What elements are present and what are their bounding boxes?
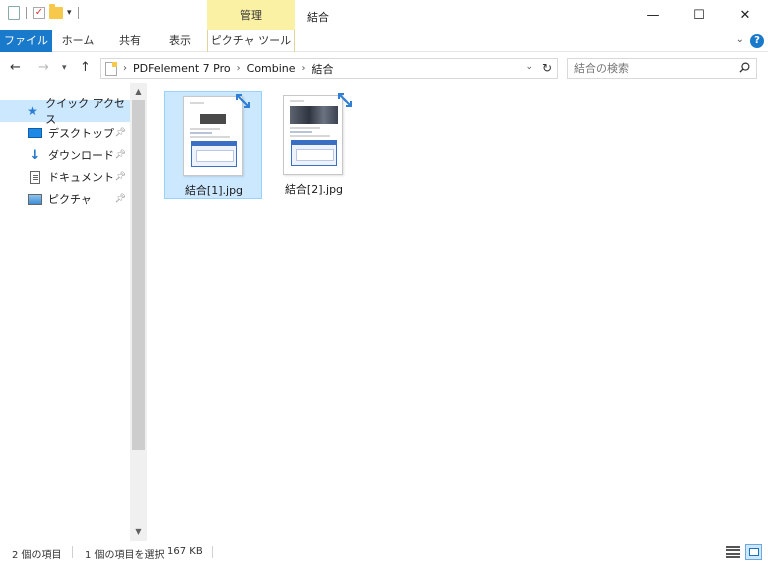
chevron-down-icon[interactable]: ⌄ [736, 34, 744, 45]
pin-icon[interactable]: 📌︎ [115, 128, 126, 138]
details-view-icon[interactable] [726, 545, 740, 559]
ribbon-tabs: ファイル ホーム 共有 表示 ピクチャ ツール ⌄ ? [0, 30, 768, 52]
sidebar-item-label: ダウンロード [48, 149, 114, 162]
address-dropdown-icon[interactable]: ⌄ [525, 62, 533, 72]
selection-size: 167 KB [167, 546, 203, 557]
sidebar-item-pictures[interactable]: ピクチャ 📌︎ [0, 188, 130, 210]
sidebar-item-label: デスクトップ [48, 127, 114, 140]
sidebar-item-quick-access[interactable]: ★ クイック アクセス [0, 97, 130, 126]
checkmark-icon[interactable]: ✓ [33, 7, 45, 19]
breadcrumb-separator-icon[interactable]: › [237, 63, 241, 74]
sidebar-item-downloads[interactable]: ↓ ダウンロード 📌︎ [0, 144, 130, 166]
scrollbar-thumb[interactable] [132, 100, 145, 450]
selection-count: 1 個の項目を選択 [85, 550, 165, 561]
navigation-pane-scrollbar[interactable]: ▲ ▼ [130, 83, 147, 541]
sidebar-item-label: ピクチャ [48, 193, 92, 206]
scroll-down-icon[interactable]: ▼ [130, 525, 147, 539]
image-thumbnail [283, 95, 343, 175]
scroll-up-icon[interactable]: ▲ [130, 85, 147, 99]
tab-view[interactable]: 表示 [160, 30, 200, 52]
help-icon[interactable]: ? [750, 34, 764, 48]
breadcrumb-separator-icon[interactable]: › [302, 63, 306, 74]
search-box[interactable] [567, 58, 757, 79]
recent-locations-button[interactable]: ▾ [62, 63, 67, 73]
properties-icon[interactable] [8, 6, 20, 20]
breadcrumb-item[interactable]: 結合 [312, 61, 334, 77]
status-bar: 2 個の項目 1 個の項目を選択 167 KB [0, 541, 768, 564]
folder-icon [105, 61, 117, 76]
address-bar[interactable]: › PDFelement 7 Pro › Combine › 結合 ⌄ ↻ [100, 58, 558, 79]
documents-icon [28, 170, 42, 184]
tab-picture-tools[interactable]: ピクチャ ツール [207, 30, 295, 52]
breadcrumb-separator-icon[interactable]: › [123, 63, 127, 74]
tab-home[interactable]: ホーム [58, 30, 98, 52]
close-button[interactable]: ✕ [722, 0, 768, 30]
new-folder-icon[interactable] [49, 4, 63, 19]
item-count: 2 個の項目 [12, 550, 62, 561]
tab-share[interactable]: 共有 [110, 30, 150, 52]
refresh-icon[interactable]: ↻ [542, 61, 552, 75]
title-bar: ✓ ▾ 管理 結合 — ☐ ✕ [0, 0, 768, 30]
search-icon[interactable] [739, 62, 750, 73]
file-name: 結合[2].jpg [284, 183, 344, 196]
sidebar-item-documents[interactable]: ドキュメント 📌︎ [0, 166, 130, 188]
tab-file[interactable]: ファイル [0, 30, 52, 52]
pictures-icon [28, 192, 42, 206]
sidebar-item-desktop[interactable]: デスクトップ 📌︎ [0, 122, 130, 144]
manage-context-tab[interactable]: 管理 [207, 0, 295, 30]
status-divider [212, 546, 213, 558]
window-title: 結合 [307, 11, 329, 24]
maximize-button[interactable]: ☐ [676, 0, 722, 30]
shortcut-arrow-icon [236, 94, 250, 108]
sidebar-item-label: ドキュメント [48, 171, 114, 184]
pin-icon[interactable]: 📌︎ [115, 150, 126, 160]
image-thumbnail [183, 96, 243, 176]
window-controls: — ☐ ✕ [630, 0, 768, 30]
shortcut-arrow-icon [338, 93, 352, 107]
star-icon: ★ [27, 104, 38, 118]
file-item[interactable]: 結合[1].jpg [164, 91, 262, 199]
minimize-button[interactable]: — [630, 0, 676, 30]
file-item[interactable]: 結合[2].jpg [265, 91, 363, 199]
search-input[interactable] [574, 62, 734, 75]
customize-toolbar-icon[interactable]: ▾ [67, 8, 72, 18]
up-button[interactable]: ↑ [80, 60, 91, 75]
breadcrumb-item[interactable]: PDFelement 7 Pro [133, 62, 231, 75]
desktop-icon [28, 126, 42, 140]
file-name: 結合[1].jpg [184, 184, 244, 197]
download-icon: ↓ [29, 147, 41, 163]
pin-icon[interactable]: 📌︎ [115, 172, 126, 182]
status-divider [72, 546, 73, 558]
navigation-pane: ★ クイック アクセス デスクトップ 📌︎ ↓ ダウンロード 📌︎ ドキュメント… [0, 90, 130, 540]
forward-button[interactable]: → [38, 60, 49, 75]
back-button[interactable]: ← [10, 60, 21, 75]
pin-icon[interactable]: 📌︎ [115, 194, 126, 204]
file-list[interactable]: 結合[1].jpg 結合[2].jpg [147, 83, 768, 541]
navigation-bar: ← → ▾ ↑ › PDFelement 7 Pro › Combine › 結… [0, 53, 768, 83]
breadcrumb-item[interactable]: Combine [247, 62, 296, 75]
large-icons-view-icon[interactable] [745, 544, 762, 560]
quick-access-toolbar: ✓ ▾ [8, 4, 81, 20]
